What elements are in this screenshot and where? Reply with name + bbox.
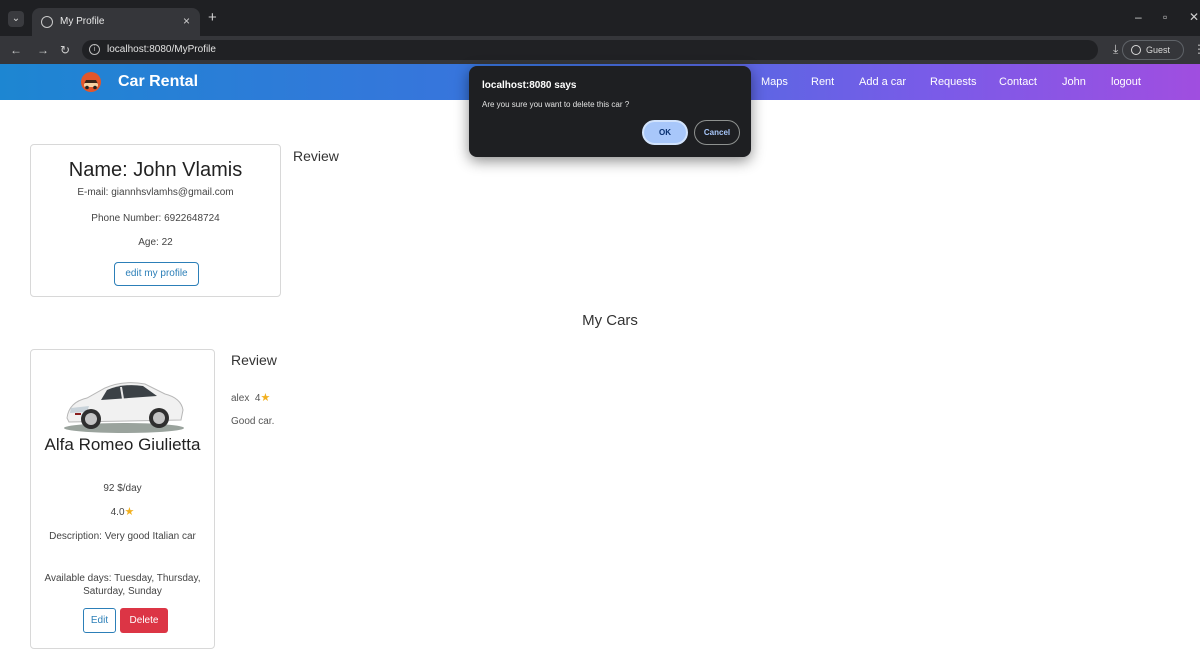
car-price: 92 $/day — [103, 483, 142, 494]
tab-search-icon[interactable]: ⌄ — [8, 11, 24, 27]
browser-tab-strip: ⌄ My Profile × + – ▫ ✕ — [0, 0, 1200, 36]
nav-link-user[interactable]: John — [1062, 76, 1086, 88]
car-rating-value: 4.0 — [110, 507, 125, 518]
car-available-days: Available days: Tuesday, Thursday, Satur… — [44, 573, 201, 597]
browser-tab[interactable]: My Profile × — [32, 8, 200, 36]
delete-car-button[interactable]: Delete — [120, 608, 168, 633]
tab-title: My Profile — [60, 16, 105, 27]
menu-icon[interactable]: ⋮ — [1193, 42, 1200, 56]
globe-icon — [41, 16, 53, 28]
car-name: Alfa Romeo Giulietta — [44, 435, 201, 454]
nav-link-rent[interactable]: Rent — [811, 76, 834, 88]
download-icon[interactable]: ⤓ — [1113, 42, 1118, 57]
star-icon: ★ — [260, 392, 271, 404]
star-icon: ★ — [124, 506, 135, 518]
edit-profile-button[interactable]: edit my profile — [114, 262, 199, 286]
my-cars-heading: My Cars — [582, 312, 638, 329]
car-review-heading: Review — [231, 352, 277, 368]
car-image — [64, 382, 184, 433]
back-icon[interactable]: ← — [10, 43, 22, 57]
cancel-button[interactable]: Cancel — [694, 120, 740, 145]
close-tab-icon[interactable]: × — [183, 14, 190, 28]
forward-icon[interactable]: → — [37, 43, 49, 57]
nav-link-requests[interactable]: Requests — [930, 76, 976, 88]
profile-chip[interactable]: Guest — [1122, 40, 1184, 60]
minimize-icon[interactable]: – — [1135, 10, 1142, 24]
site-info-icon[interactable]: i — [89, 44, 100, 55]
reload-icon[interactable]: ↻ — [60, 43, 70, 57]
confirm-dialog: localhost:8080 says Are you sure you wan… — [469, 66, 751, 157]
dialog-message: Are you sure you want to delete this car… — [482, 100, 630, 109]
ok-button[interactable]: OK — [642, 120, 688, 145]
guest-avatar-icon — [1131, 45, 1141, 55]
nav-link-add-car[interactable]: Add a car — [859, 76, 906, 88]
new-tab-icon[interactable]: + — [208, 9, 217, 26]
profile-label: Guest — [1146, 45, 1171, 55]
review-text: Good car. — [231, 416, 275, 427]
car-card: Alfa Romeo Giulietta 92 $/day 4.0★ Descr… — [30, 349, 215, 649]
restore-icon[interactable]: ▫ — [1163, 10, 1167, 24]
profile-age: Age: 22 — [138, 237, 173, 248]
car-description: Description: Very good Italian car — [49, 531, 196, 542]
review-user-name: alex — [231, 393, 250, 404]
car-rating: 4.0★ — [31, 505, 214, 518]
review-author: alex 4★ — [231, 391, 270, 404]
edit-car-button[interactable]: Edit — [83, 608, 116, 633]
car-rental-logo-icon[interactable] — [80, 71, 102, 93]
url-text[interactable]: localhost:8080/MyProfile — [107, 44, 216, 55]
brand-title[interactable]: Car Rental — [118, 73, 198, 91]
profile-email: E-mail: giannhsvlamhs@gmail.com — [77, 187, 234, 198]
profile-phone: Phone Number: 6922648724 — [91, 213, 220, 224]
browser-toolbar: ← → ↻ i localhost:8080/MyProfile ⤓ Guest… — [0, 36, 1200, 64]
profile-review-heading: Review — [293, 148, 339, 164]
address-bar[interactable]: i localhost:8080/MyProfile — [82, 40, 1098, 60]
dialog-title: localhost:8080 says — [482, 80, 577, 91]
profile-name: Name: John Vlamis — [68, 159, 243, 181]
profile-card: Name: John Vlamis E-mail: giannhsvlamhs@… — [30, 144, 281, 297]
close-window-icon[interactable]: ✕ — [1189, 10, 1199, 24]
nav-link-logout[interactable]: logout — [1111, 76, 1141, 88]
nav-link-contact[interactable]: Contact — [999, 76, 1037, 88]
nav-link-maps[interactable]: Maps — [761, 76, 788, 88]
